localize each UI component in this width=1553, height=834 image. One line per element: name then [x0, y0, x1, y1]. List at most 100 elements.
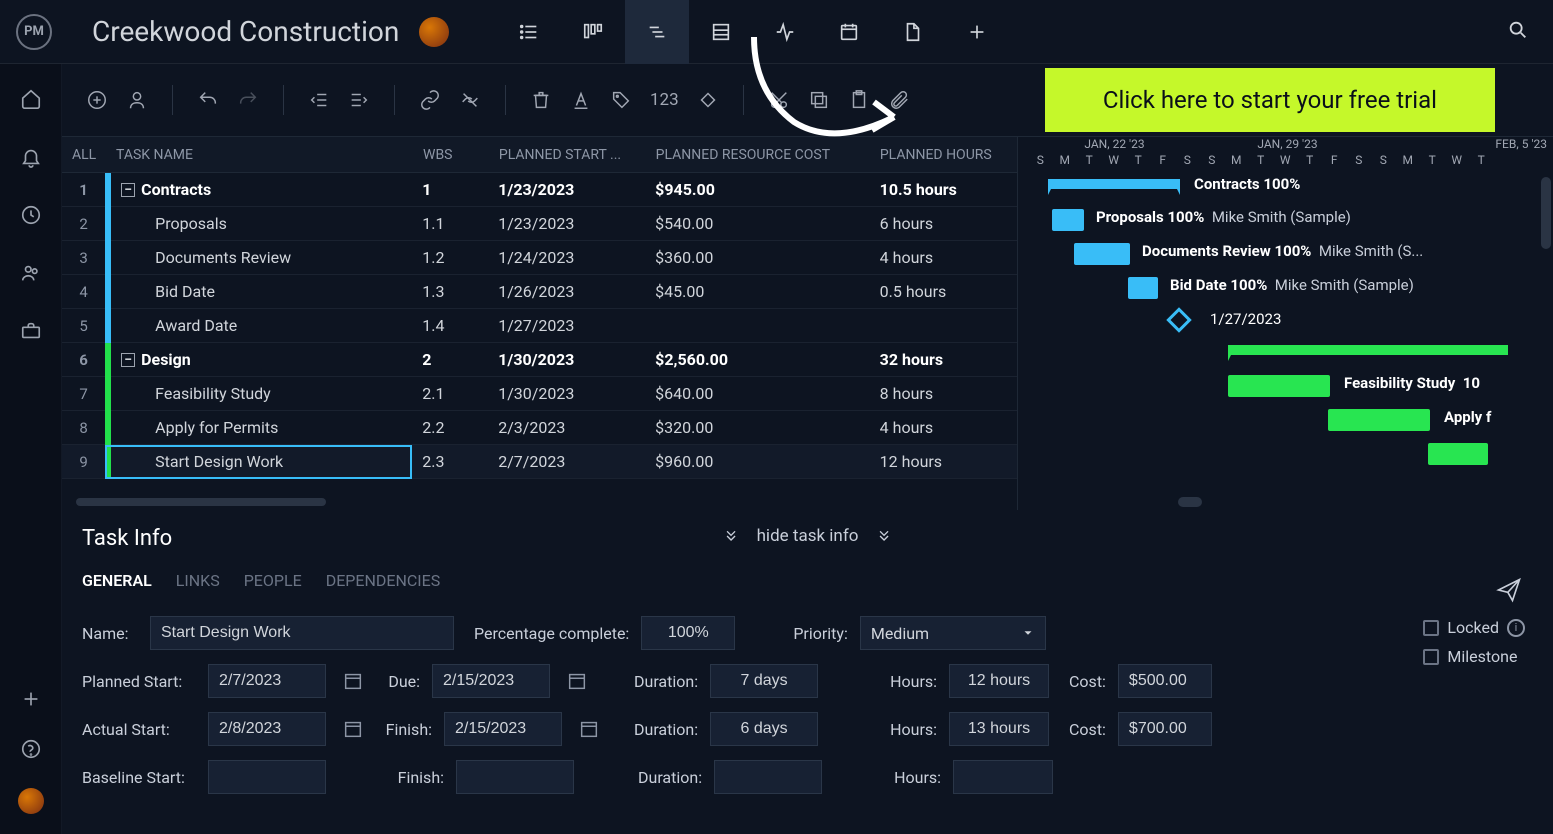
tab-dependencies[interactable]: DEPENDENCIES [326, 571, 441, 590]
collapse-icon[interactable]: − [121, 183, 135, 197]
table-row[interactable]: 3Documents Review1.21/24/2023$360.004 ho… [62, 241, 1017, 275]
tab-general[interactable]: GENERAL [82, 571, 152, 590]
grid-hscroll[interactable] [62, 494, 1017, 510]
home-icon[interactable] [20, 88, 42, 110]
avatar[interactable] [419, 17, 449, 47]
view-activity-icon[interactable] [753, 0, 817, 64]
info-icon[interactable]: i [1507, 619, 1525, 637]
search-icon[interactable] [1507, 19, 1529, 45]
delete-icon[interactable] [530, 89, 552, 111]
add-icon[interactable] [20, 688, 42, 710]
tab-links[interactable]: LINKS [176, 571, 220, 590]
col-header-all[interactable]: ALL [62, 147, 106, 163]
table-row[interactable]: 4Bid Date1.31/26/2023$45.000.5 hours [62, 275, 1017, 309]
tag-icon[interactable] [610, 89, 632, 111]
gantt-day-letter: T [1249, 153, 1274, 173]
view-add-icon[interactable] [945, 0, 1009, 64]
col-header-plannedstart[interactable]: PLANNED START ... [489, 147, 646, 163]
planned-duration-field[interactable] [710, 664, 818, 698]
name-field[interactable] [150, 616, 454, 650]
add-task-icon[interactable] [86, 89, 108, 111]
gantt-hscroll[interactable] [1178, 497, 1202, 507]
cta-banner[interactable]: Click here to start your free trial [1045, 68, 1495, 132]
undo-icon[interactable] [197, 89, 219, 111]
gantt-milestone-award[interactable] [1166, 307, 1191, 332]
milestone-icon[interactable] [697, 89, 719, 111]
help-icon[interactable] [20, 738, 42, 760]
send-icon[interactable] [1495, 576, 1523, 604]
tab-people[interactable]: PEOPLE [244, 571, 302, 590]
gantt-bar-docsreview[interactable] [1074, 243, 1130, 265]
profile-avatar[interactable] [18, 788, 44, 814]
collapse-icon[interactable]: − [121, 353, 135, 367]
col-header-wbs[interactable]: WBS [413, 147, 489, 163]
briefcase-icon[interactable] [20, 320, 42, 342]
finish-label: Finish: [380, 720, 432, 739]
table-row[interactable]: 7Feasibility Study2.11/30/2023$640.008 h… [62, 377, 1017, 411]
unlink-icon[interactable] [459, 89, 481, 111]
gantt-bar-proposals[interactable] [1052, 209, 1084, 231]
notifications-icon[interactable] [20, 146, 42, 168]
table-row[interactable]: 1−Contracts11/23/2023$945.0010.5 hours [62, 173, 1017, 207]
copy-icon[interactable] [808, 89, 830, 111]
col-header-plannedcost[interactable]: PLANNED RESOURCE COST [646, 147, 870, 163]
table-row[interactable]: 6−Design21/30/2023$2,560.0032 hours [62, 343, 1017, 377]
calendar-icon[interactable] [338, 714, 368, 744]
baseline-duration-field[interactable] [714, 760, 822, 794]
redo-icon[interactable] [237, 89, 259, 111]
assign-user-icon[interactable] [126, 89, 148, 111]
actual-hours-field[interactable] [949, 712, 1049, 746]
view-calendar-icon[interactable] [817, 0, 881, 64]
col-header-taskname[interactable]: TASK NAME [106, 147, 413, 163]
baselinestart-label: Baseline Start: [82, 768, 196, 787]
view-file-icon[interactable] [881, 0, 945, 64]
gantt-bar-biddate[interactable] [1128, 277, 1158, 299]
table-row[interactable]: 9Start Design Work2.32/7/2023$960.0012 h… [62, 445, 1017, 479]
indent-icon[interactable] [348, 89, 370, 111]
toolbar-number[interactable]: 123 [650, 90, 679, 110]
baseline-hours-field[interactable] [953, 760, 1053, 794]
attach-icon[interactable] [888, 89, 910, 111]
locked-checkbox[interactable]: Lockedi [1423, 618, 1525, 637]
col-header-plannedhours[interactable]: PLANNED HOURS [870, 147, 1017, 163]
plannedstart-field[interactable] [208, 664, 326, 698]
hide-task-info-toggle[interactable]: hide task info [723, 526, 893, 546]
pct-field[interactable] [641, 616, 735, 650]
paste-icon[interactable] [848, 89, 870, 111]
view-gantt-icon[interactable] [625, 0, 689, 64]
clock-icon[interactable] [20, 204, 42, 226]
calendar-icon[interactable] [574, 714, 604, 744]
gantt-bar-startdesign[interactable] [1428, 443, 1488, 465]
due-field[interactable] [432, 664, 550, 698]
baselinestart-field[interactable] [208, 760, 326, 794]
actual-cost-field[interactable] [1118, 712, 1212, 746]
milestone-checkbox[interactable]: Milestone [1423, 647, 1525, 666]
gantt-vscroll[interactable] [1541, 177, 1551, 249]
logo-badge[interactable]: PM [16, 14, 52, 50]
table-row[interactable]: 8Apply for Permits2.22/3/2023$320.004 ho… [62, 411, 1017, 445]
baselinefinish-field[interactable] [456, 760, 574, 794]
planned-hours-field[interactable] [949, 664, 1049, 698]
view-board-icon[interactable] [561, 0, 625, 64]
calendar-icon[interactable] [338, 666, 368, 696]
priority-select[interactable]: Medium [860, 616, 1046, 650]
gantt-day-letter: T [1126, 153, 1151, 173]
outdent-icon[interactable] [308, 89, 330, 111]
textcolor-icon[interactable] [570, 89, 592, 111]
calendar-icon[interactable] [562, 666, 592, 696]
gantt-summary-design[interactable] [1228, 345, 1508, 355]
actual-duration-field[interactable] [710, 712, 818, 746]
gantt-summary-contracts[interactable] [1048, 179, 1180, 189]
table-row[interactable]: 2Proposals1.11/23/2023$540.006 hours [62, 207, 1017, 241]
view-list-icon[interactable] [497, 0, 561, 64]
link-icon[interactable] [419, 89, 441, 111]
gantt-bar-feasibility[interactable] [1228, 375, 1330, 397]
view-sheet-icon[interactable] [689, 0, 753, 64]
table-row[interactable]: 5Award Date1.41/27/2023 [62, 309, 1017, 343]
planned-cost-field[interactable] [1118, 664, 1212, 698]
actualstart-field[interactable] [208, 712, 326, 746]
people-icon[interactable] [20, 262, 42, 284]
cut-icon[interactable] [768, 89, 790, 111]
gantt-bar-permits[interactable] [1328, 409, 1430, 431]
actualfinish-field[interactable] [444, 712, 562, 746]
